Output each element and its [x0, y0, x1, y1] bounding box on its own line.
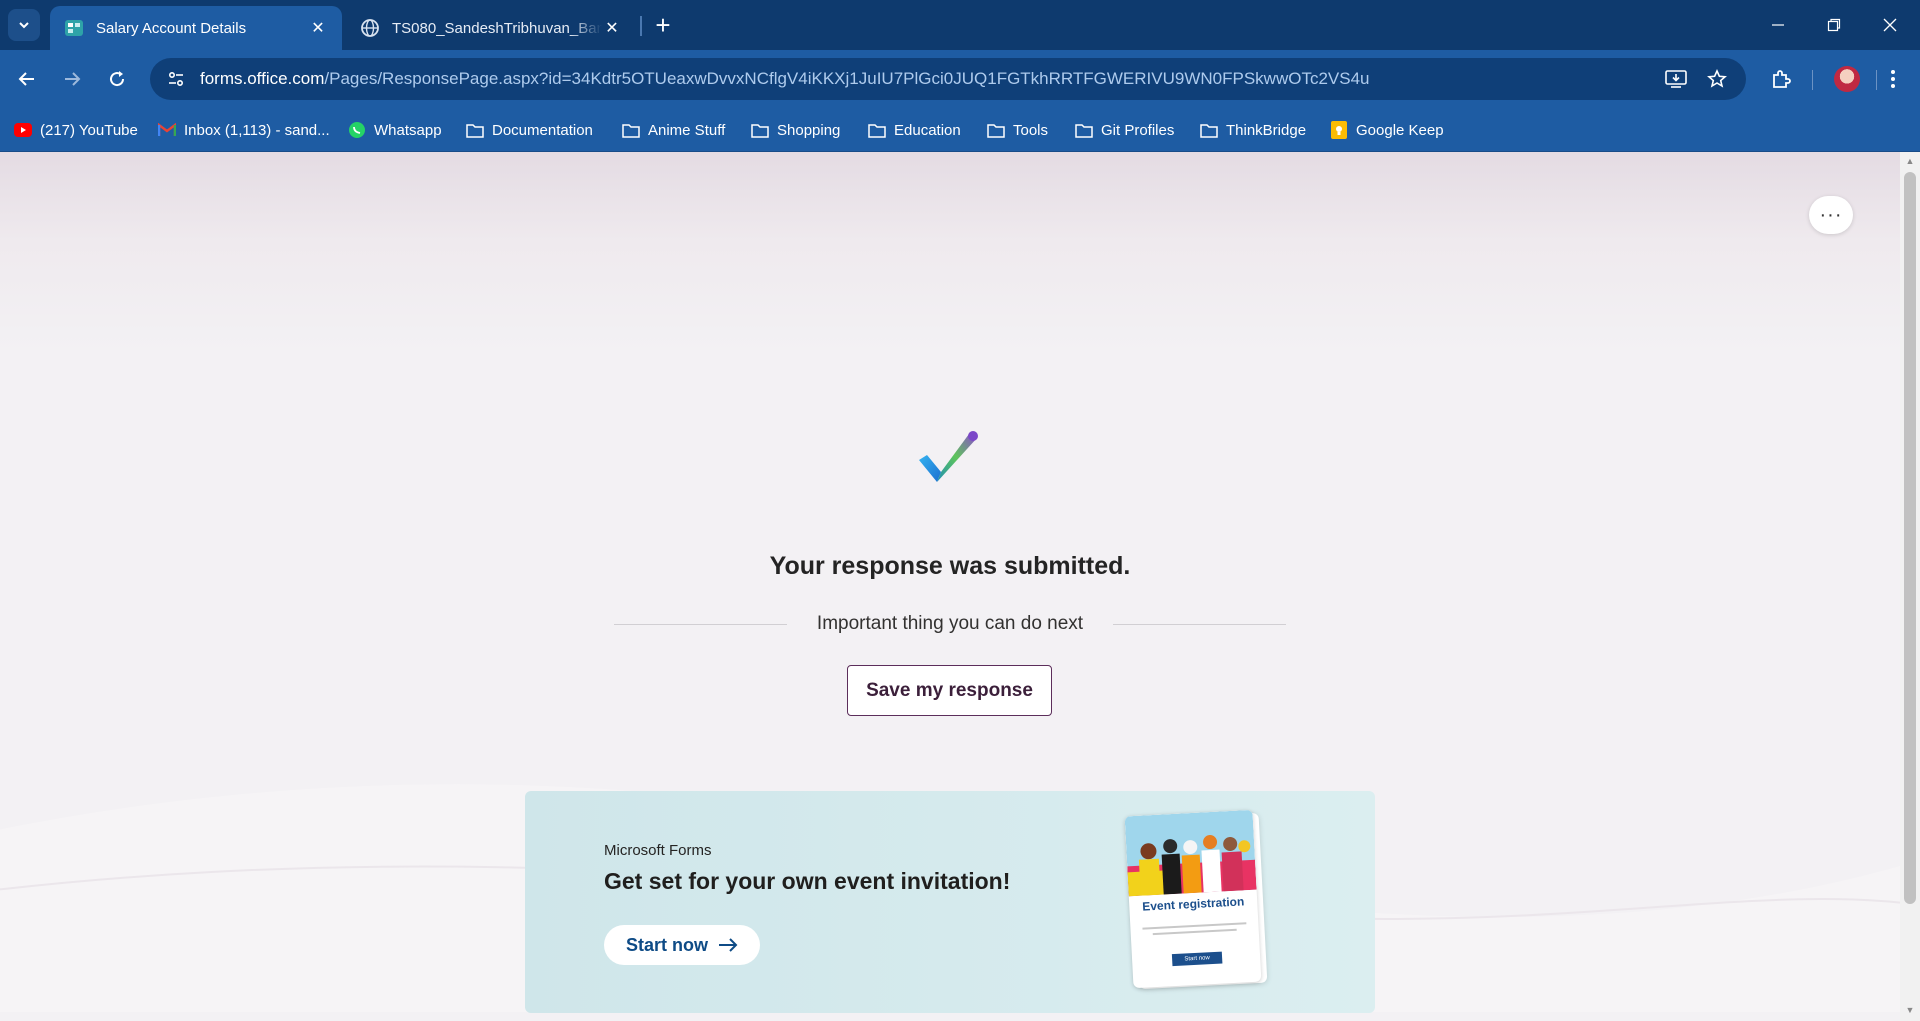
divider-line [1113, 623, 1287, 625]
bookmark-youtube[interactable]: (217) YouTube [14, 118, 138, 142]
bookmark-label: Inbox (1,113) - sand... [184, 121, 330, 139]
bookmark-label: Tools [1013, 121, 1049, 139]
next-steps-divider: Important thing you can do next [614, 612, 1287, 636]
bookmark-label: Shopping [777, 121, 841, 139]
forms-response-page: ··· Your response was submitted. Importa… [0, 152, 1900, 1021]
install-app-icon[interactable] [1662, 65, 1690, 93]
whatsapp-icon [348, 121, 366, 139]
card-title: Event registration [1141, 894, 1245, 914]
minimize-button[interactable] [1750, 0, 1806, 50]
bookmark-education[interactable]: Education [868, 118, 961, 142]
folder-icon [1075, 121, 1093, 139]
close-icon[interactable]: ✕ [308, 18, 328, 38]
chevron-down-icon [19, 22, 29, 29]
address-bar[interactable]: forms.office.com/Pages/ResponsePage.aspx… [150, 58, 1746, 100]
tab-search-button[interactable] [8, 9, 40, 41]
back-button[interactable] [10, 62, 44, 96]
forms-icon [65, 20, 83, 36]
site-info-icon[interactable] [162, 65, 190, 93]
folder-icon [987, 121, 1005, 139]
bookmark-google-keep[interactable]: Google Keep [1330, 118, 1444, 142]
card-text-lines [1142, 922, 1247, 941]
url-domain: forms.office.com [200, 69, 325, 88]
bookmark-label: Whatsapp [374, 121, 442, 139]
bookmark-label: Education [894, 121, 961, 139]
toolbar-divider [1812, 70, 1813, 90]
scroll-thumb[interactable] [1904, 172, 1916, 904]
window-close-button[interactable] [1862, 0, 1918, 50]
avatar[interactable] [1834, 66, 1860, 92]
forward-button[interactable] [55, 62, 89, 96]
url-text: forms.office.com/Pages/ResponsePage.aspx… [200, 69, 1369, 89]
bookmark-star-icon[interactable] [1703, 65, 1731, 93]
bookmarks-bar: (217) YouTube Inbox (1,113) - sand... Wh… [0, 108, 1920, 152]
people-illustration [1124, 809, 1257, 897]
tab-title: Salary Account Details [96, 19, 247, 37]
gmail-icon [158, 121, 176, 139]
tab-bar: Salary Account Details ✕ TS080_SandeshTr… [0, 0, 1920, 50]
new-tab-button[interactable]: + [648, 10, 678, 40]
card-start-button: Start now [1171, 951, 1223, 967]
next-steps-text: Important thing you can do next [816, 613, 1084, 634]
arrow-right-icon [719, 938, 738, 952]
bookmark-tools[interactable]: Tools [987, 118, 1048, 142]
tab-separator [640, 16, 642, 36]
start-now-button[interactable]: Start now [604, 925, 760, 965]
puzzle-icon [1773, 70, 1791, 88]
start-now-label: Start now [625, 934, 708, 955]
more-vertical-icon [1891, 70, 1895, 88]
scroll-down-arrow-icon[interactable]: ▼ [1900, 1005, 1920, 1019]
folder-icon [622, 121, 640, 139]
tab-bank-details[interactable]: TS080_SandeshTribhuvan_BankDetails ✕ [346, 6, 636, 50]
globe-icon [361, 19, 379, 37]
tab-title: TS080_SandeshTribhuvan_BankDetails [392, 19, 602, 37]
submission-heading: Your response was submitted. [769, 552, 1131, 580]
forward-arrow-icon [65, 72, 81, 86]
promo-banner: Microsoft Forms Get set for your own eve… [525, 791, 1375, 1013]
page-scrollbar[interactable]: ▲ ▼ [1900, 152, 1920, 1021]
bookmark-git-profiles[interactable]: Git Profiles [1075, 118, 1174, 142]
bookmark-label: ThinkBridge [1226, 121, 1307, 139]
restore-button[interactable] [1806, 0, 1862, 50]
bookmark-label: (217) YouTube [40, 121, 138, 139]
folder-icon [751, 121, 769, 139]
bookmark-anime-stuff[interactable]: Anime Stuff [622, 118, 725, 142]
event-registration-card: Event registration Start now [1124, 809, 1262, 989]
folder-icon [466, 121, 484, 139]
save-response-button[interactable]: Save my response [847, 665, 1052, 716]
youtube-icon [14, 121, 32, 139]
bookmark-documentation[interactable]: Documentation [466, 118, 593, 142]
folder-icon [868, 121, 886, 139]
url-path: /Pages/ResponsePage.aspx?id=34Kdtr5OTUea… [324, 69, 1370, 88]
bookmark-gmail[interactable]: Inbox (1,113) - sand... [158, 118, 330, 142]
back-arrow-icon [18, 72, 34, 86]
close-icon [1883, 18, 1897, 32]
promo-brand: Microsoft Forms [604, 842, 712, 859]
bookmark-whatsapp[interactable]: Whatsapp [348, 118, 442, 142]
folder-icon [1200, 121, 1218, 139]
restore-icon [1827, 18, 1841, 32]
bookmark-label: Documentation [492, 121, 593, 139]
minimize-icon [1772, 24, 1784, 26]
reload-icon [110, 71, 125, 87]
bookmark-label: Anime Stuff [648, 121, 726, 139]
bookmark-thinkbridge[interactable]: ThinkBridge [1200, 118, 1306, 142]
browser-toolbar: forms.office.com/Pages/ResponsePage.aspx… [0, 50, 1920, 108]
extensions-button[interactable] [1764, 62, 1798, 96]
bookmark-shopping[interactable]: Shopping [751, 118, 840, 142]
divider-line [614, 623, 787, 625]
promo-title: Get set for your own event invitation! [604, 868, 1011, 894]
more-options-button[interactable]: ··· [1809, 196, 1853, 234]
tab-salary-account-details[interactable]: Salary Account Details ✕ [50, 6, 342, 50]
reload-button[interactable] [100, 62, 134, 96]
checkmark-icon [919, 431, 978, 482]
close-icon[interactable]: ✕ [602, 18, 622, 38]
bookmark-label: Git Profiles [1101, 121, 1175, 139]
browser-menu-button[interactable] [1876, 62, 1910, 96]
google-keep-icon [1330, 121, 1348, 139]
bookmark-label: Google Keep [1356, 121, 1444, 139]
scroll-up-arrow-icon[interactable]: ▲ [1900, 156, 1920, 170]
